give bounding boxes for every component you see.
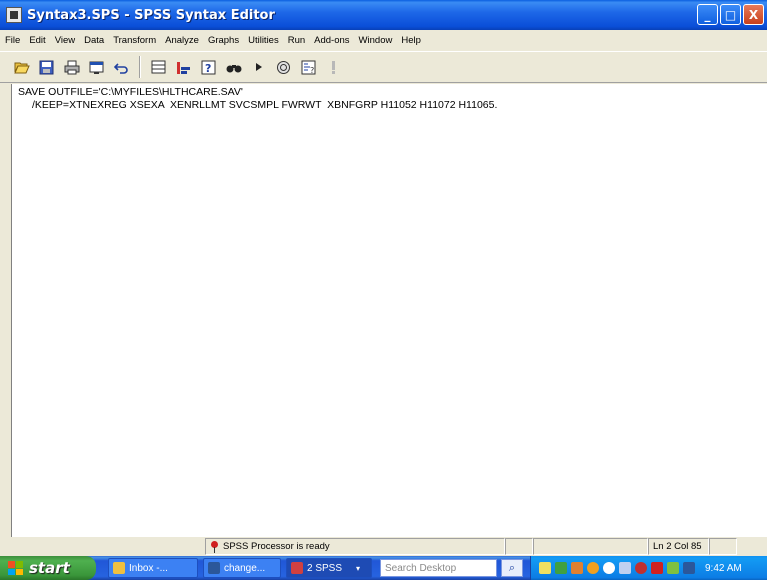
task-change-label: change... (224, 562, 266, 574)
syntax-line-2[interactable]: /KEEP=XTNEXREG XSEXA XENRLLMT SVCSMPL FW… (32, 99, 497, 111)
menu-bar: File Edit View Data Transform Analyze Gr… (0, 31, 767, 50)
toolbar-separator (139, 56, 141, 78)
menu-add-ons[interactable]: Add-ons (314, 35, 349, 46)
spss-icon (291, 562, 303, 574)
cursor-position: Ln 2 Col 85 (648, 538, 709, 555)
monitor-tray-icon[interactable] (619, 562, 631, 574)
execute-icon[interactable] (324, 58, 343, 77)
menu-file[interactable]: File (5, 35, 20, 46)
title-bar[interactable]: Syntax3.SPS - SPSS Syntax Editor _ □ X (0, 0, 767, 30)
network-tray-icon[interactable] (555, 562, 567, 574)
status-panel-2 (533, 538, 648, 555)
start-label: start (29, 559, 70, 577)
processor-icon (210, 540, 219, 553)
open-icon[interactable] (12, 58, 31, 77)
menu-data[interactable]: Data (84, 35, 104, 46)
menu-transform[interactable]: Transform (113, 35, 156, 46)
minimize-button[interactable]: _ (697, 4, 718, 25)
update-tray-icon[interactable] (587, 562, 599, 574)
mail-icon (113, 562, 125, 574)
close-button[interactable]: X (743, 4, 764, 25)
status-panel-1 (505, 538, 533, 555)
processor-status: SPSS Processor is ready (205, 538, 505, 555)
word-icon (208, 562, 220, 574)
window-title: Syntax3.SPS - SPSS Syntax Editor (27, 7, 275, 23)
taskbar: start Inbox -... change... 2 SPSS ▾ Sear… (0, 556, 767, 580)
save-icon[interactable] (37, 58, 56, 77)
task-change[interactable]: change... (203, 558, 281, 578)
search-icon[interactable]: ⌕ (501, 559, 523, 577)
clock: 9:42 AM (705, 562, 742, 574)
group-arrow-icon: ▾ (356, 563, 361, 573)
task-inbox[interactable]: Inbox -... (108, 558, 198, 578)
status-panel-4 (737, 538, 765, 555)
task-spss-label: 2 SPSS (307, 562, 343, 574)
syntax-line-1[interactable]: SAVE OUTFILE='C:\MYFILES\HLTHCARE.SAV' (18, 86, 243, 98)
task-inbox-label: Inbox -... (129, 562, 168, 574)
status-empty-left (0, 538, 205, 555)
search-tray-icon[interactable] (603, 562, 615, 574)
spss-syntax-editor-window: Syntax3.SPS - SPSS Syntax Editor _ □ X F… (0, 0, 767, 556)
undo-icon[interactable] (112, 58, 131, 77)
windows-flag-icon (8, 561, 23, 575)
toolbar: ? ? (0, 51, 767, 83)
run-icon[interactable] (249, 58, 268, 77)
help-icon[interactable]: ? (199, 58, 218, 77)
desktop-search-input[interactable]: Search Desktop (380, 559, 497, 577)
goto-case-icon[interactable] (149, 58, 168, 77)
menu-analyze[interactable]: Analyze (165, 35, 199, 46)
spss-app-icon[interactable] (6, 7, 22, 23)
start-button[interactable]: start (0, 556, 96, 580)
antivirus-tray-icon[interactable] (651, 562, 663, 574)
menu-view[interactable]: View (55, 35, 75, 46)
network-adapter-tray-icon[interactable] (683, 562, 695, 574)
status-bar: SPSS Processor is ready Ln 2 Col 85 (0, 537, 767, 556)
system-tray: 9:42 AM (530, 556, 767, 580)
syntax-editor[interactable]: SAVE OUTFILE='C:\MYFILES\HLTHCARE.SAV' /… (11, 84, 767, 537)
menu-edit[interactable]: Edit (29, 35, 45, 46)
menu-run[interactable]: Run (288, 35, 305, 46)
maximize-button[interactable]: □ (720, 4, 741, 25)
svg-text:?: ? (205, 62, 211, 75)
shield-tray-icon[interactable] (667, 562, 679, 574)
stop-icon[interactable] (274, 58, 293, 77)
status-panel-3 (709, 538, 737, 555)
svg-text:?: ? (310, 66, 314, 75)
menu-utilities[interactable]: Utilities (248, 35, 279, 46)
sound-tray-icon[interactable] (635, 562, 647, 574)
menu-graphs[interactable]: Graphs (208, 35, 239, 46)
app-tray-icon[interactable] (571, 562, 583, 574)
task-spss-group[interactable]: 2 SPSS ▾ (286, 558, 372, 578)
syntax-help-icon[interactable]: ? (299, 58, 318, 77)
find-icon[interactable] (224, 58, 243, 77)
window-controls: _ □ X (697, 4, 764, 25)
menu-window[interactable]: Window (359, 35, 393, 46)
mail-tray-icon[interactable] (539, 562, 551, 574)
processor-status-text: SPSS Processor is ready (223, 541, 330, 552)
dialog-recall-icon[interactable] (87, 58, 106, 77)
print-icon[interactable] (62, 58, 81, 77)
variables-icon[interactable] (174, 58, 193, 77)
menu-help[interactable]: Help (401, 35, 421, 46)
